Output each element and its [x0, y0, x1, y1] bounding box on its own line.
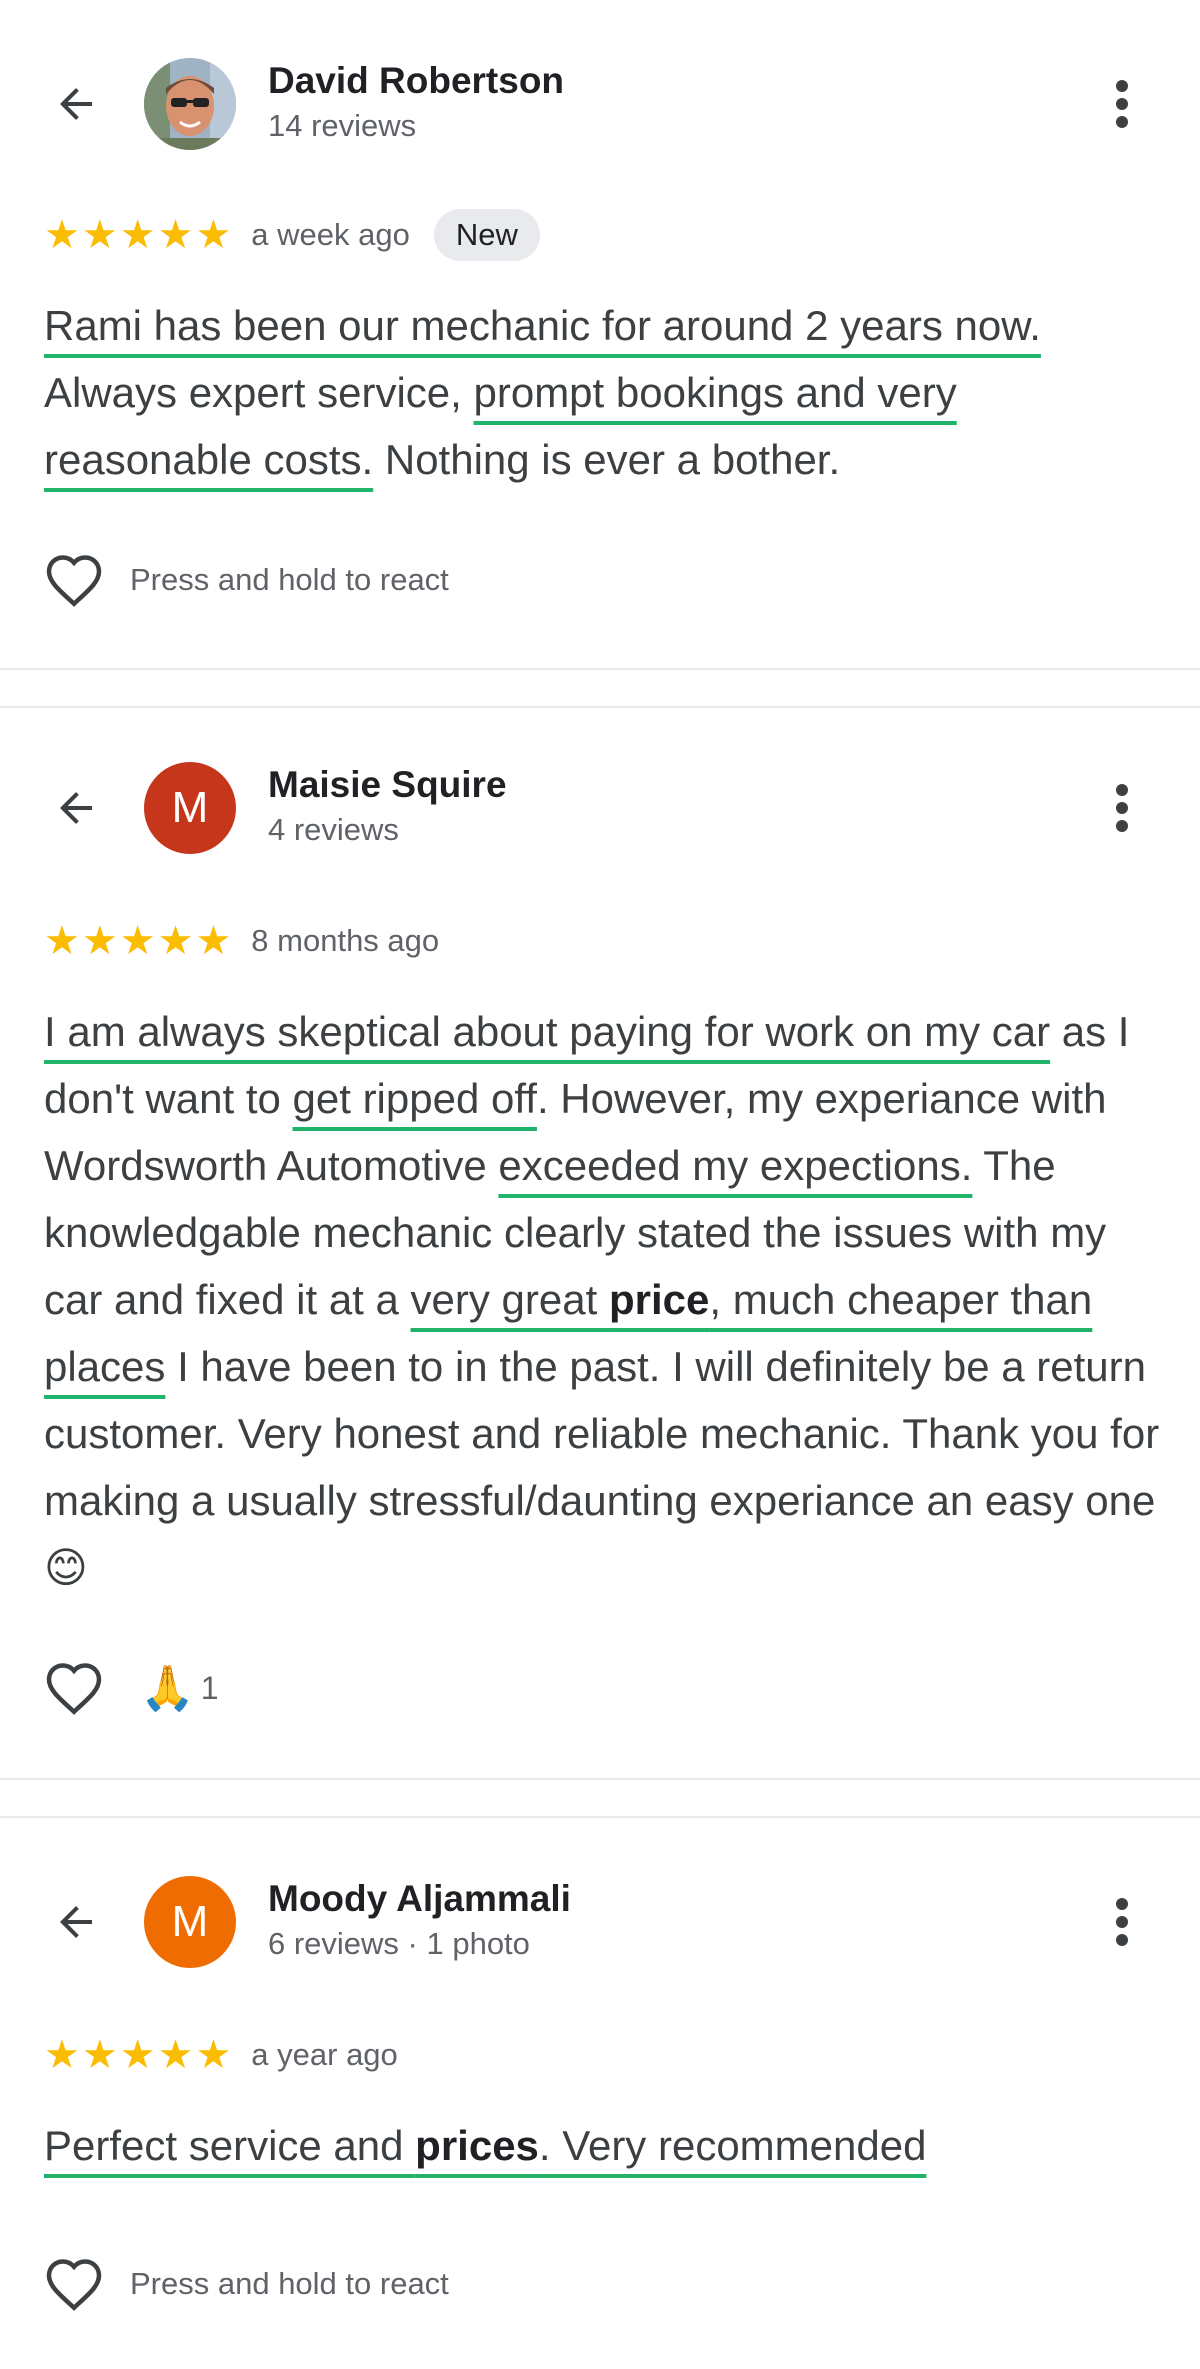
section-divider: [0, 668, 1200, 708]
review-text: Rami has been our mechanic for around 2 …: [44, 292, 1164, 493]
star-icon: ★: [119, 2033, 156, 2077]
react-hint: Press and hold to react: [130, 2266, 449, 2301]
review-time: 8 months ago: [251, 923, 440, 958]
star-icon: ★: [195, 919, 232, 963]
review-card-2: M Maisie Squire 4 reviews ★ ★ ★ ★ ★ 8 mo…: [0, 706, 1200, 1778]
star-icon: ★: [81, 213, 118, 257]
review-text-segment: I have been to in the past. I will defin…: [44, 1343, 1160, 1524]
star-icon: ★: [157, 213, 194, 257]
rating-row: ★ ★ ★ ★ ★ 8 months ago: [44, 916, 439, 966]
star-icon: ★: [157, 2033, 194, 2077]
avatar-letter: M: [171, 1897, 209, 1946]
heart-icon[interactable]: [44, 552, 104, 608]
reviewer-name[interactable]: Moody Aljammali: [268, 1878, 571, 1920]
highlighted-phrase: Rami has been our mechanic for around 2 …: [44, 302, 1041, 349]
star-icon: ★: [81, 919, 118, 963]
avatar[interactable]: [144, 58, 236, 150]
reaction-emoji[interactable]: 🙏: [140, 1662, 195, 1714]
reaction-count: 1: [200, 1669, 219, 1706]
review-card-1: David Robertson 14 reviews ★ ★ ★ ★ ★ a w…: [0, 0, 1200, 668]
heart-icon[interactable]: [44, 1660, 104, 1716]
avatar-letter: M: [171, 783, 209, 832]
highlighted-phrase: very great: [410, 1276, 609, 1323]
highlighted-phrase: get ripped off: [292, 1075, 537, 1122]
section-divider: [0, 1778, 1200, 1818]
more-vert-icon[interactable]: [1100, 776, 1144, 840]
avatar[interactable]: M: [144, 762, 236, 854]
review-time: a week ago: [251, 217, 410, 252]
star-icon: ★: [44, 919, 80, 963]
avatar[interactable]: M: [144, 1876, 236, 1968]
star-icon: ★: [119, 919, 156, 963]
star-icon: ★: [44, 2033, 80, 2077]
star-icon: ★: [44, 213, 80, 257]
new-badge: New: [433, 209, 540, 261]
reviewer-name[interactable]: David Robertson: [268, 60, 564, 102]
reviewer-meta: 6 reviews · 1 photo: [268, 1926, 530, 1961]
react-hint: Press and hold to react: [130, 562, 449, 597]
reviewer-meta: 4 reviews: [268, 812, 399, 847]
star-rating: ★ ★ ★ ★ ★: [44, 2035, 231, 2075]
reviewer-meta: 14 reviews: [268, 108, 417, 143]
star-rating: ★ ★ ★ ★ ★: [44, 215, 231, 255]
back-arrow-icon[interactable]: [44, 72, 108, 136]
reaction-row: 🙏 1: [44, 1656, 219, 1720]
review-text-segment: Always expert service,: [44, 369, 474, 416]
more-vert-icon[interactable]: [1100, 72, 1144, 136]
highlighted-phrase: I am always skeptical about paying for w…: [44, 1008, 1051, 1055]
review-card-3: M Moody Aljammali 6 reviews · 1 photo ★ …: [0, 1816, 1200, 2369]
review-time: a year ago: [251, 2037, 398, 2072]
star-icon: ★: [195, 2033, 232, 2077]
review-text-segment: Nothing is ever a bother.: [373, 436, 841, 483]
back-arrow-icon[interactable]: [44, 1890, 108, 1954]
rating-row: ★ ★ ★ ★ ★ a year ago: [44, 2030, 398, 2080]
smiley-emoji: 😊: [44, 1544, 88, 1591]
star-icon: ★: [157, 919, 194, 963]
reaction-row: Press and hold to react: [44, 2252, 449, 2316]
star-icon: ★: [195, 213, 232, 257]
star-icon: ★: [119, 213, 156, 257]
star-rating: ★ ★ ★ ★ ★: [44, 921, 231, 961]
star-icon: ★: [81, 2033, 118, 2077]
more-vert-icon[interactable]: [1100, 1890, 1144, 1954]
review-text-segment: . Very recommended: [538, 2122, 927, 2169]
highlighted-phrase: exceeded my expections.: [498, 1142, 973, 1189]
highlighted-keyword: price: [608, 1276, 710, 1323]
highlighted-keyword: prices: [415, 2122, 539, 2169]
review-text: Perfect service and prices. Very recomme…: [44, 2112, 1164, 2179]
review-text-segment: Perfect service and: [44, 2122, 416, 2169]
reviewer-name[interactable]: Maisie Squire: [268, 764, 507, 806]
back-arrow-icon[interactable]: [44, 776, 108, 840]
highlighted-phrase: Perfect service and prices. Very recomme…: [44, 2122, 926, 2169]
rating-row: ★ ★ ★ ★ ★ a week ago New: [44, 209, 540, 261]
review-text: I am always skeptical about paying for w…: [44, 998, 1164, 1601]
reaction-row: Press and hold to react: [44, 548, 449, 612]
heart-icon[interactable]: [44, 2256, 104, 2312]
